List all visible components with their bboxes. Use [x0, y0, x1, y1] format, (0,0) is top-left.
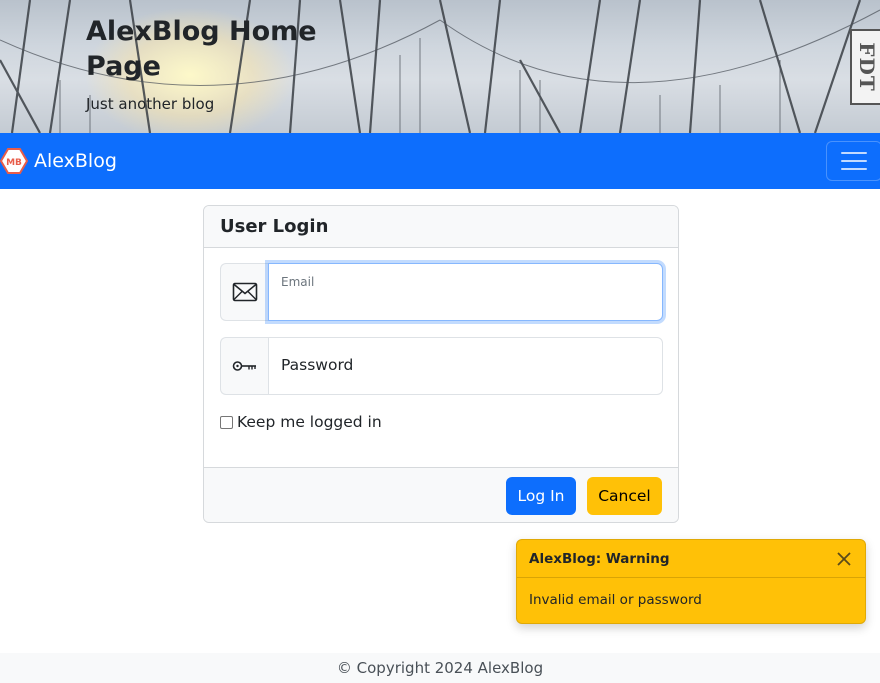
warning-toast: AlexBlog: Warning Invalid email or passw… [516, 539, 866, 624]
email-field[interactable]: Email [268, 263, 663, 321]
login-title: User Login [220, 216, 329, 237]
remember-me-row[interactable]: Keep me logged in [220, 413, 382, 431]
close-icon[interactable] [835, 550, 853, 568]
copyright-text: © Copyright 2024 AlexBlog [336, 659, 544, 677]
email-addon [220, 263, 268, 321]
email-input-group: Email [220, 263, 663, 321]
svg-text:MB: MB [6, 158, 22, 168]
navbar: MB AlexBlog [0, 133, 880, 189]
envelope-icon [232, 282, 257, 302]
password-addon [220, 337, 268, 395]
toast-header: AlexBlog: Warning [517, 540, 865, 578]
key-icon [232, 361, 256, 371]
side-badge-text: FDT [855, 42, 879, 92]
remember-me-checkbox[interactable] [220, 415, 233, 429]
header-banner: AlexBlog Home Page Just another blog FDT [0, 0, 880, 133]
site-footer: © Copyright 2024 AlexBlog [0, 653, 880, 683]
login-card-footer: Log In Cancel [204, 467, 678, 522]
login-button[interactable]: Log In [506, 477, 576, 515]
toast-title: AlexBlog: Warning [529, 550, 670, 567]
login-card: User Login Email Password Keep me logged… [203, 205, 679, 523]
site-title: AlexBlog Home Page [86, 16, 317, 82]
side-badge[interactable]: FDT [850, 29, 880, 105]
toast-message: Invalid email or password [529, 592, 702, 608]
brand-logo-icon: MB [0, 148, 28, 174]
password-label: Password [281, 356, 354, 374]
password-input-group: Password [220, 337, 663, 395]
remember-me-label[interactable]: Keep me logged in [237, 413, 382, 431]
brand-name: AlexBlog [34, 150, 117, 172]
navbar-brand[interactable]: MB AlexBlog [0, 133, 117, 189]
navbar-toggler-button[interactable] [826, 141, 880, 181]
password-field[interactable]: Password [268, 337, 663, 395]
email-label: Email [281, 275, 315, 289]
site-tagline: Just another blog [86, 95, 215, 113]
cancel-button[interactable]: Cancel [587, 477, 662, 515]
hamburger-menu-icon [841, 152, 867, 154]
login-card-header: User Login [204, 206, 678, 248]
